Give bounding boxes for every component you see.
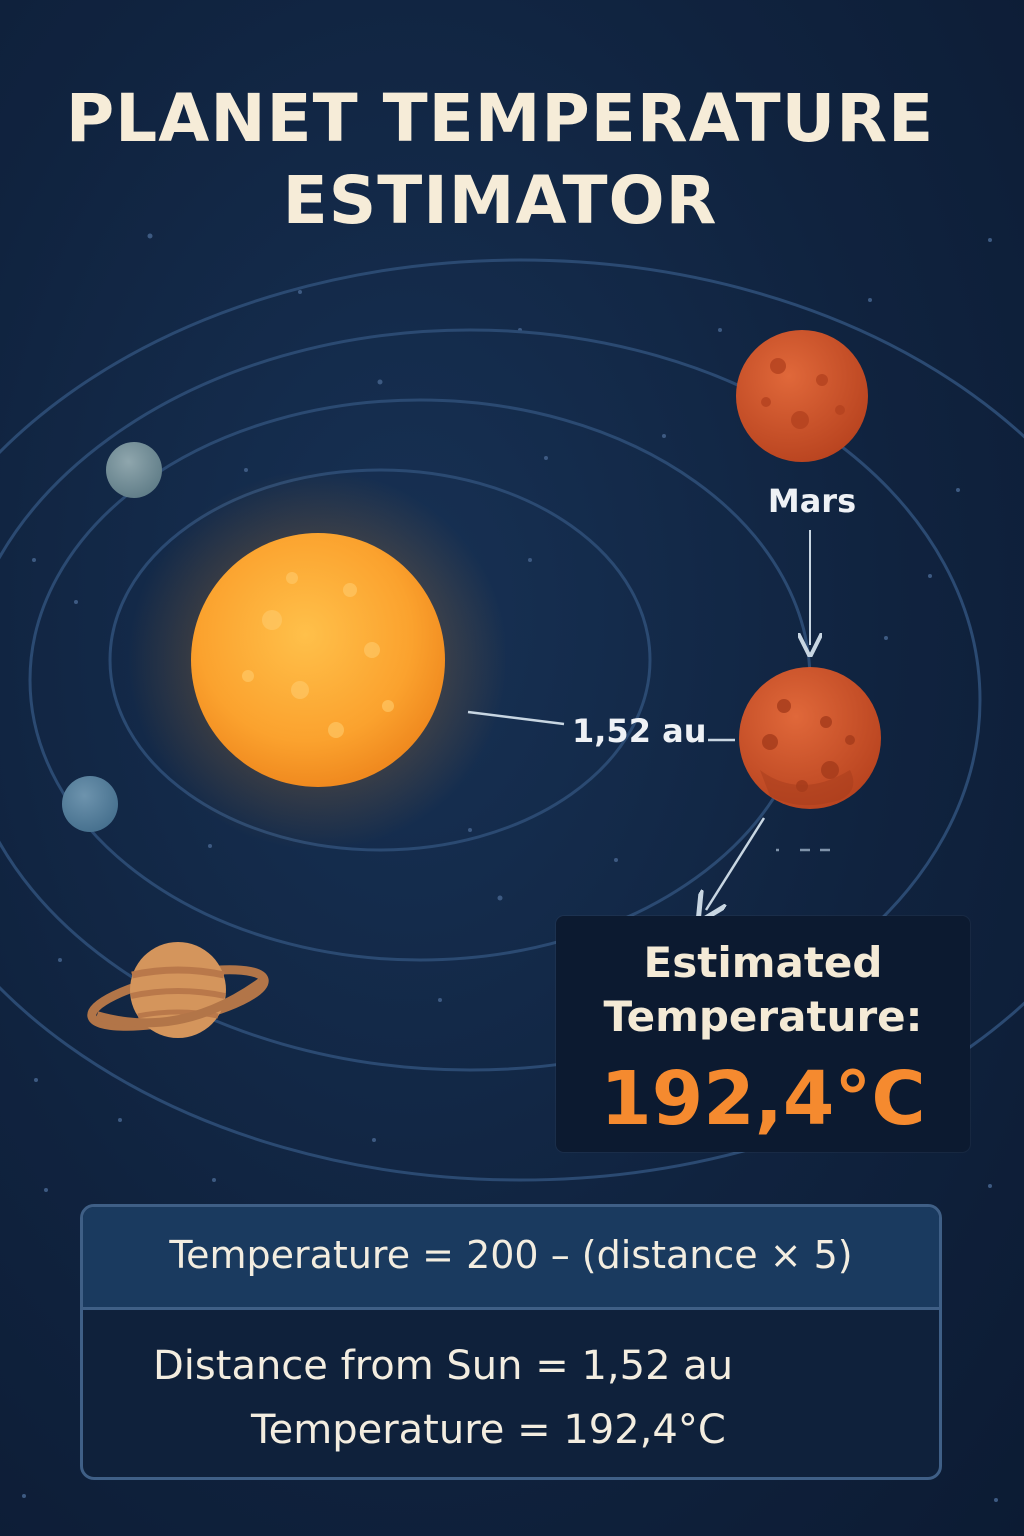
- result-value: 192,4°C: [600, 1056, 926, 1142]
- grey-planet-icon: [106, 442, 162, 498]
- title-line-2: ESTIMATOR: [282, 162, 718, 239]
- result-card: Estimated Temperature: 192,4°C: [556, 916, 970, 1152]
- title-line-1: PLANET TEMPERATURE: [65, 80, 935, 157]
- result-heading: Estimated Temperature:: [556, 936, 970, 1044]
- sun-icon: [128, 470, 508, 850]
- saturn-icon: [87, 942, 269, 1038]
- distance-calculation: Distance from Sun = 1,52 au: [153, 1343, 734, 1389]
- result-heading-line-2: Temperature:: [603, 992, 923, 1041]
- formula-expression: Temperature = 200 – (distance × 5): [169, 1233, 853, 1277]
- blue-planet-icon: [62, 776, 118, 832]
- formula-panel: Temperature = 200 – (distance × 5) Dista…: [80, 1204, 942, 1480]
- mars-top-icon: [736, 330, 868, 462]
- distance-label: 1,52 au: [572, 712, 707, 750]
- formula-header: Temperature = 200 – (distance × 5): [83, 1207, 939, 1310]
- mars-icon: [739, 667, 881, 809]
- temperature-calculation: Temperature = 192,4°C: [251, 1407, 726, 1453]
- result-heading-line-1: Estimated: [643, 938, 883, 987]
- page-title: PLANET TEMPERATURE ESTIMATOR: [0, 78, 1000, 242]
- planet-label: Mars: [767, 482, 857, 520]
